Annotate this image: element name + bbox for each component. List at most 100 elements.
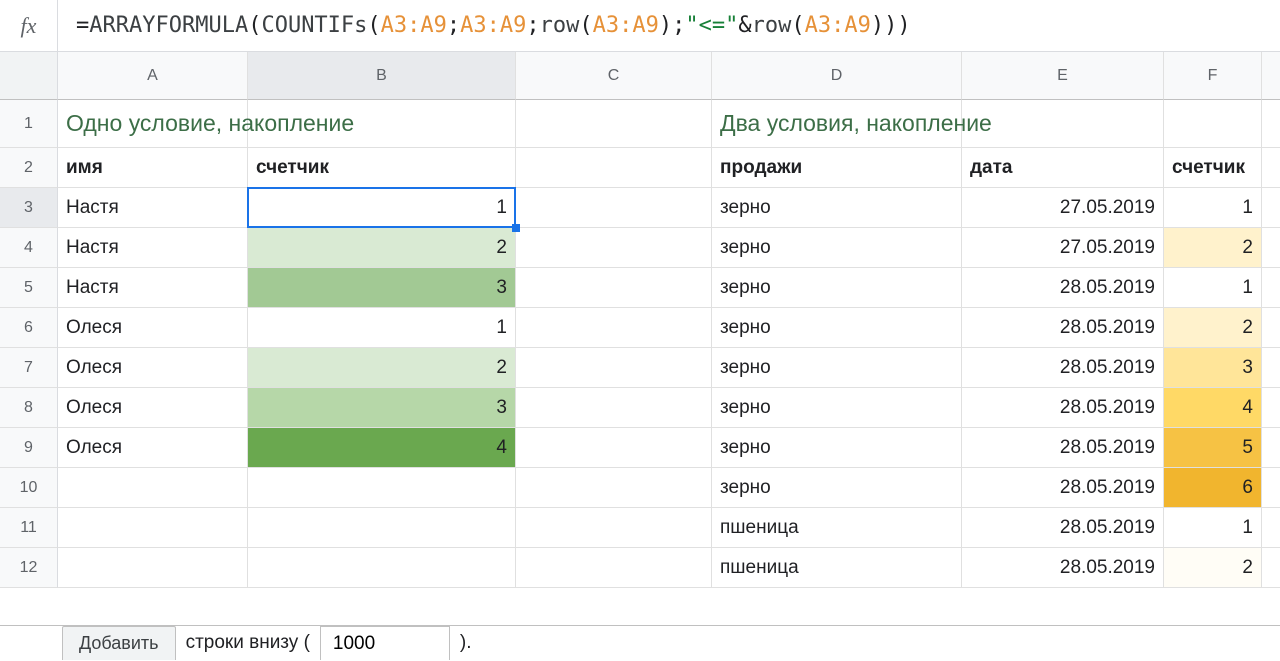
header-counter2[interactable]: счетчик (1164, 148, 1262, 188)
name-cell[interactable]: Настя (58, 268, 248, 308)
date-cell[interactable]: 28.05.2019 (962, 508, 1164, 548)
cell[interactable] (1262, 348, 1280, 388)
header-counter[interactable]: счетчик (248, 148, 516, 188)
counter2-cell[interactable]: 3 (1164, 348, 1262, 388)
date-cell[interactable]: 28.05.2019 (962, 348, 1164, 388)
counter-cell[interactable] (248, 508, 516, 548)
date-cell[interactable]: 28.05.2019 (962, 548, 1164, 588)
counter-cell[interactable]: 4 (248, 428, 516, 468)
cell[interactable] (516, 348, 712, 388)
counter-cell[interactable]: 1 (248, 308, 516, 348)
row-header-8[interactable]: 8 (0, 388, 58, 428)
sales-cell[interactable]: пшеница (712, 548, 962, 588)
date-cell[interactable]: 28.05.2019 (962, 268, 1164, 308)
row-header-1[interactable]: 1 (0, 100, 58, 148)
row-header-9[interactable]: 9 (0, 428, 58, 468)
cell[interactable] (516, 548, 712, 588)
sales-cell[interactable]: зерно (712, 468, 962, 508)
date-cell[interactable]: 28.05.2019 (962, 428, 1164, 468)
formula-input[interactable]: =ARRAYFORMULA(COUNTIFs(A3:A9;A3:A9;row(A… (58, 13, 1280, 38)
sales-cell[interactable]: зерно (712, 188, 962, 228)
row-header-4[interactable]: 4 (0, 228, 58, 268)
row-header-12[interactable]: 12 (0, 548, 58, 588)
column-header-F[interactable]: F (1164, 52, 1262, 100)
name-cell[interactable] (58, 548, 248, 588)
counter-cell[interactable]: 3 (248, 388, 516, 428)
column-header-B[interactable]: B (248, 52, 516, 100)
date-cell[interactable]: 28.05.2019 (962, 388, 1164, 428)
name-cell[interactable]: Настя (58, 188, 248, 228)
counter-cell[interactable] (248, 468, 516, 508)
counter2-cell[interactable]: 2 (1164, 308, 1262, 348)
name-cell[interactable] (58, 508, 248, 548)
name-cell[interactable]: Олеся (58, 308, 248, 348)
name-cell[interactable] (58, 468, 248, 508)
counter-cell[interactable]: 2 (248, 228, 516, 268)
cell[interactable] (1262, 268, 1280, 308)
counter-cell[interactable]: 3 (248, 268, 516, 308)
cell[interactable] (1262, 548, 1280, 588)
sales-cell[interactable]: зерно (712, 428, 962, 468)
header-date[interactable]: дата (962, 148, 1164, 188)
cell[interactable] (1164, 100, 1262, 148)
cell[interactable] (1262, 308, 1280, 348)
cell[interactable] (516, 468, 712, 508)
sales-cell[interactable]: зерно (712, 228, 962, 268)
cell[interactable] (516, 388, 712, 428)
name-cell[interactable]: Олеся (58, 388, 248, 428)
counter2-cell[interactable]: 2 (1164, 548, 1262, 588)
column-header-C[interactable]: C (516, 52, 712, 100)
row-header-7[interactable]: 7 (0, 348, 58, 388)
header-sales[interactable]: продажи (712, 148, 962, 188)
counter2-cell[interactable]: 2 (1164, 228, 1262, 268)
name-cell[interactable]: Олеся (58, 428, 248, 468)
sales-cell[interactable]: пшеница (712, 508, 962, 548)
row-header-11[interactable]: 11 (0, 508, 58, 548)
name-cell[interactable]: Олеся (58, 348, 248, 388)
title-right[interactable]: Два условия, накопление (712, 100, 962, 148)
counter2-cell[interactable]: 5 (1164, 428, 1262, 468)
cell[interactable] (1262, 468, 1280, 508)
cell[interactable] (516, 228, 712, 268)
sales-cell[interactable]: зерно (712, 308, 962, 348)
cell[interactable] (1262, 508, 1280, 548)
cell[interactable] (516, 100, 712, 148)
date-cell[interactable]: 27.05.2019 (962, 228, 1164, 268)
cell[interactable] (962, 100, 1164, 148)
header-name[interactable]: имя (58, 148, 248, 188)
select-all-corner[interactable] (0, 52, 58, 100)
sales-cell[interactable]: зерно (712, 348, 962, 388)
date-cell[interactable]: 28.05.2019 (962, 468, 1164, 508)
cell[interactable] (516, 508, 712, 548)
column-header-A[interactable]: A (58, 52, 248, 100)
cell[interactable] (1262, 188, 1280, 228)
add-rows-button[interactable]: Добавить (62, 626, 176, 660)
cell[interactable] (516, 188, 712, 228)
cell[interactable] (516, 308, 712, 348)
name-cell[interactable]: Настя (58, 228, 248, 268)
title-left[interactable]: Одно условие, накопление (58, 100, 248, 148)
date-cell[interactable]: 28.05.2019 (962, 308, 1164, 348)
row-header-2[interactable]: 2 (0, 148, 58, 188)
counter2-cell[interactable]: 1 (1164, 188, 1262, 228)
cell[interactable] (516, 268, 712, 308)
column-header-E[interactable]: E (962, 52, 1164, 100)
row-header-5[interactable]: 5 (0, 268, 58, 308)
sales-cell[interactable]: зерно (712, 268, 962, 308)
sales-cell[interactable]: зерно (712, 388, 962, 428)
column-header-D[interactable]: D (712, 52, 962, 100)
row-header-10[interactable]: 10 (0, 468, 58, 508)
counter2-cell[interactable]: 4 (1164, 388, 1262, 428)
cell[interactable] (1262, 428, 1280, 468)
counter2-cell[interactable]: 6 (1164, 468, 1262, 508)
rows-count-input[interactable] (320, 626, 450, 660)
counter-cell[interactable] (248, 548, 516, 588)
counter-cell[interactable]: 2 (248, 348, 516, 388)
fill-handle[interactable] (512, 224, 520, 232)
row-header-3[interactable]: 3 (0, 188, 58, 228)
cell[interactable] (1262, 100, 1280, 148)
date-cell[interactable]: 27.05.2019 (962, 188, 1164, 228)
counter2-cell[interactable]: 1 (1164, 268, 1262, 308)
cell[interactable] (516, 428, 712, 468)
counter-cell[interactable]: 1 (248, 188, 516, 228)
